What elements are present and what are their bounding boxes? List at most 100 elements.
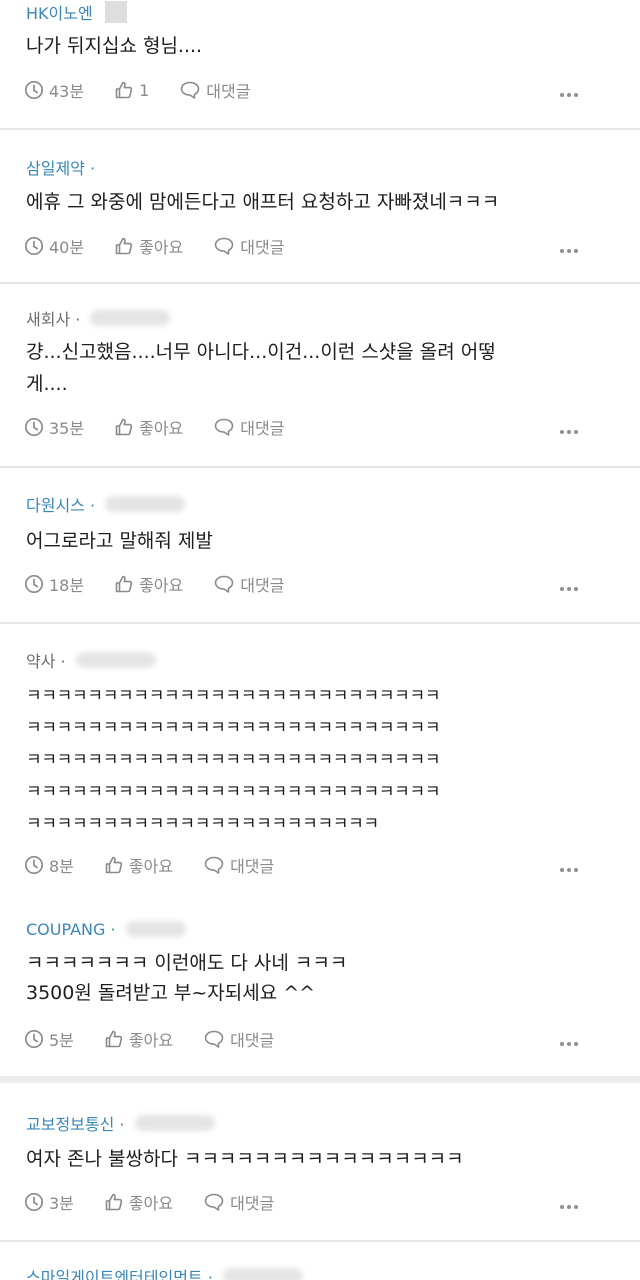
comment-meta: 5분 좋아요 대댓글 xyxy=(24,1026,274,1052)
comment-author[interactable]: 삼일제약 · xyxy=(26,155,95,179)
redacted-id xyxy=(125,921,186,937)
comment-time-label: 3분 xyxy=(49,1194,74,1213)
comment-time: 3분 xyxy=(24,1190,74,1214)
speech-bubble-icon xyxy=(204,1193,224,1211)
comment-meta: 8분 좋아요 대댓글 xyxy=(24,852,274,878)
like-label: 좋아요 xyxy=(139,238,184,257)
comment-item: 스마일게이트엔터테인먼트 · xyxy=(0,1242,640,1280)
comment-author-row: 새회사 · xyxy=(26,306,171,330)
speech-bubble-icon xyxy=(214,575,234,593)
clock-icon xyxy=(24,574,44,594)
like-button[interactable]: 좋아요 xyxy=(114,415,183,439)
reply-label: 대댓글 xyxy=(240,419,285,438)
comment-item: 다원시스 · 어그로라고 말해줘 제발 18분 좋아요 대댓글 xyxy=(0,468,640,620)
thumbs-up-icon xyxy=(115,81,133,99)
comment-item: 삼일제약 · 에휴 그 와중에 맘에든다고 애프터 요청하고 자빠졌네ㅋㅋㅋ 4… xyxy=(0,130,640,278)
like-label: 좋아요 xyxy=(128,1194,174,1213)
comment-text: 나가 뒤지십쇼 형님.... xyxy=(26,35,203,57)
clock-icon xyxy=(24,855,44,875)
like-button[interactable]: 좋아요 xyxy=(114,572,183,596)
comment-text: 여자 존나 불쌍하다 ㅋㅋㅋㅋㅋㅋㅋㅋㅋㅋㅋㅋㅋㅋㅋㅋ xyxy=(26,1148,464,1170)
redacted-id xyxy=(75,652,156,668)
comment-author[interactable]: 교보정보통신 · xyxy=(26,1111,125,1135)
speech-bubble-icon xyxy=(214,418,234,436)
thumbs-up-icon xyxy=(105,1193,123,1211)
more-dots-icon[interactable] xyxy=(560,1204,578,1210)
more-dots-icon[interactable] xyxy=(560,92,578,98)
comment-time-label: 18분 xyxy=(49,576,85,595)
redacted-id xyxy=(104,1,127,23)
comment-author-row: 삼일제약 · xyxy=(26,155,95,179)
redacted-id xyxy=(90,310,171,326)
more-dots-icon[interactable] xyxy=(560,248,578,254)
comment-meta: 43분 1 대댓글 xyxy=(24,77,250,103)
comment-text: ㅋㅋㅋㅋㅋㅋㅋ 이런애도 다 사네 ㅋㅋㅋ 3500원 돌려받고 부~자되세요 … xyxy=(26,952,348,1004)
like-button[interactable]: 1 xyxy=(114,80,149,100)
comment-item: HK이노엔 나가 뒤지십쇼 형님.... 43분 1 대댓글 xyxy=(0,0,640,128)
like-button[interactable]: 좋아요 xyxy=(114,234,183,258)
comment-author-row: HK이노엔 xyxy=(26,0,127,24)
clock-icon xyxy=(24,1029,44,1049)
comment-time: 8분 xyxy=(24,853,74,877)
reply-button[interactable]: 대댓글 xyxy=(203,1190,274,1214)
comment-meta: 40분 좋아요 대댓글 xyxy=(24,233,284,259)
comment-time-label: 35분 xyxy=(49,419,85,438)
redacted-id xyxy=(222,1268,303,1280)
more-dots-icon[interactable] xyxy=(560,1041,578,1047)
comment-text: 어그로라고 말해줘 제발 xyxy=(26,530,213,552)
like-label: 1 xyxy=(139,80,150,100)
like-label: 좋아요 xyxy=(139,576,184,595)
comment-time: 40분 xyxy=(24,234,84,258)
comment-time: 43분 xyxy=(24,78,84,102)
comment-time: 18분 xyxy=(24,572,84,596)
comment-item: 약사 · ㅋㅋㅋㅋㅋㅋㅋㅋㅋㅋㅋㅋㅋㅋㅋㅋㅋㅋㅋㅋㅋㅋㅋㅋㅋㅋㅋ ㅋㅋㅋㅋㅋㅋㅋ… xyxy=(0,624,640,890)
comment-author[interactable]: 새회사 · xyxy=(26,306,80,330)
reply-button[interactable]: 대댓글 xyxy=(213,415,284,439)
comment-time: 5분 xyxy=(24,1027,74,1051)
speech-bubble-icon xyxy=(180,81,200,99)
comment-time: 35분 xyxy=(24,415,84,439)
comment-author[interactable]: 다원시스 · xyxy=(26,492,95,516)
reply-label: 대댓글 xyxy=(240,238,285,257)
like-button[interactable]: 좋아요 xyxy=(104,1190,173,1214)
reply-button[interactable]: 대댓글 xyxy=(203,853,274,877)
comment-time-label: 8분 xyxy=(49,857,74,876)
comment-text: 에휴 그 와중에 맘에든다고 애프터 요청하고 자빠졌네ㅋㅋㅋ xyxy=(26,191,500,213)
comment-author[interactable]: 스마일게이트엔터테인먼트 · xyxy=(26,1264,213,1280)
speech-bubble-icon xyxy=(204,856,224,874)
comment-author-row: 교보정보통신 · xyxy=(26,1111,215,1135)
like-button[interactable]: 좋아요 xyxy=(104,853,173,877)
like-label: 좋아요 xyxy=(128,1031,174,1050)
divider xyxy=(0,1076,640,1083)
reply-button[interactable]: 대댓글 xyxy=(213,234,284,258)
comment-time-label: 5분 xyxy=(49,1031,74,1050)
clock-icon xyxy=(24,1192,44,1212)
like-label: 좋아요 xyxy=(139,419,184,438)
more-dots-icon[interactable] xyxy=(560,586,578,592)
reply-button[interactable]: 대댓글 xyxy=(213,572,284,596)
reply-label: 대댓글 xyxy=(230,1194,275,1213)
comment-time-label: 43분 xyxy=(49,82,85,101)
thumbs-up-icon xyxy=(115,418,133,436)
comment-author[interactable]: COUPANG · xyxy=(26,920,116,939)
thumbs-up-icon xyxy=(105,1030,123,1048)
reply-button[interactable]: 대댓글 xyxy=(179,78,250,102)
comment-author-row: 스마일게이트엔터테인먼트 · xyxy=(26,1264,303,1280)
thumbs-up-icon xyxy=(115,575,133,593)
redacted-id xyxy=(105,496,186,512)
comment-author[interactable]: 약사 · xyxy=(26,648,66,672)
reply-label: 대댓글 xyxy=(230,1031,275,1050)
more-dots-icon[interactable] xyxy=(560,867,578,873)
comment-author-row: 약사 · xyxy=(26,648,156,672)
comment-text: 걍...신고했음....너무 아니다...이건...이런 스샷을 올려 어떻 게… xyxy=(26,341,496,395)
redacted-id xyxy=(134,1115,215,1131)
comment-meta: 3분 좋아요 대댓글 xyxy=(24,1189,274,1215)
reply-button[interactable]: 대댓글 xyxy=(203,1027,274,1051)
comment-author[interactable]: HK이노엔 xyxy=(26,0,93,24)
comment-item: 교보정보통신 · 여자 존나 불쌍하다 ㅋㅋㅋㅋㅋㅋㅋㅋㅋㅋㅋㅋㅋㅋㅋㅋ 3분 … xyxy=(0,1083,640,1240)
clock-icon xyxy=(24,417,44,437)
like-button[interactable]: 좋아요 xyxy=(104,1027,173,1051)
more-dots-icon[interactable] xyxy=(560,429,578,435)
comment-item: 새회사 · 걍...신고했음....너무 아니다...이건...이런 스샷을 올… xyxy=(0,284,640,464)
comment-author-row: 다원시스 · xyxy=(26,492,186,516)
